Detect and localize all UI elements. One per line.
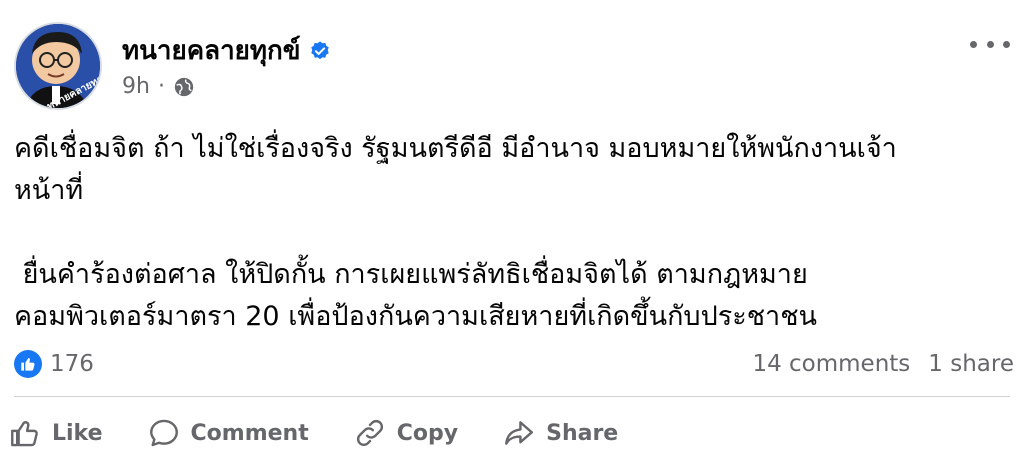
share-label: Share xyxy=(546,420,619,446)
shares-count[interactable]: 1 share xyxy=(928,351,1014,377)
comment-button[interactable]: Comment xyxy=(147,416,309,450)
copy-button[interactable]: Copy xyxy=(353,416,458,450)
author-name-row: ทนายคลายทุกข์ xyxy=(122,30,331,71)
post-timestamp[interactable]: 9h xyxy=(122,74,150,99)
post-text-line: ยื่นคำร้องต่อศาล ให้ปิดกั้น การเผยแพร่ลั… xyxy=(14,259,808,290)
reactions-summary[interactable]: 176 xyxy=(14,350,94,378)
like-label: Like xyxy=(52,420,103,446)
engagement-counts: 14 comments 1 share xyxy=(752,351,1014,377)
thumbs-up-icon xyxy=(21,357,35,371)
like-reaction-icon xyxy=(14,350,42,378)
share-button[interactable]: Share xyxy=(502,416,618,450)
copy-label: Copy xyxy=(396,420,459,446)
post-text-line: คอมพิวเตอร์มาตรา 20 เพื่อป้องกันความเสีย… xyxy=(14,301,817,332)
author-name[interactable]: ทนายคลายทุกข์ xyxy=(122,30,301,71)
comment-label: Comment xyxy=(190,420,309,446)
thumbs-up-outline-icon xyxy=(11,421,38,447)
divider xyxy=(14,396,1010,397)
post-meta: 9h · xyxy=(122,74,195,99)
post-stats: 176 14 comments 1 share xyxy=(14,344,1014,384)
more-dot-icon xyxy=(1003,40,1010,48)
post-text-line: หน้าที่ xyxy=(14,175,84,206)
comments-count[interactable]: 14 comments xyxy=(752,351,910,377)
post-header: ทนายคลายทุกข์ ทนายคลายทุกข์ 9h · xyxy=(14,22,1014,116)
link-icon xyxy=(356,419,383,447)
more-dot-icon xyxy=(970,40,977,48)
comment-bubble-icon xyxy=(149,419,178,447)
verified-badge-icon xyxy=(310,40,329,59)
share-arrow-icon xyxy=(505,421,534,445)
globe-icon[interactable] xyxy=(173,76,195,98)
post-text: คดีเชื่อมจิต ถ้า ไม่ใช่เรื่องจริง รัฐมนต… xyxy=(14,128,1010,338)
avatar[interactable]: ทนายคลายทุกข์ xyxy=(14,22,102,110)
more-options-button[interactable] xyxy=(970,32,1010,56)
action-bar: Like Comment Copy Share xyxy=(0,408,620,458)
post-text-line: คดีเชื่อมจิต ถ้า ไม่ใช่เรื่องจริง รัฐมนต… xyxy=(14,133,897,164)
like-button[interactable]: Like xyxy=(8,416,103,450)
likes-count: 176 xyxy=(50,351,94,377)
more-dot-icon xyxy=(986,40,994,48)
meta-dot: · xyxy=(157,74,165,99)
